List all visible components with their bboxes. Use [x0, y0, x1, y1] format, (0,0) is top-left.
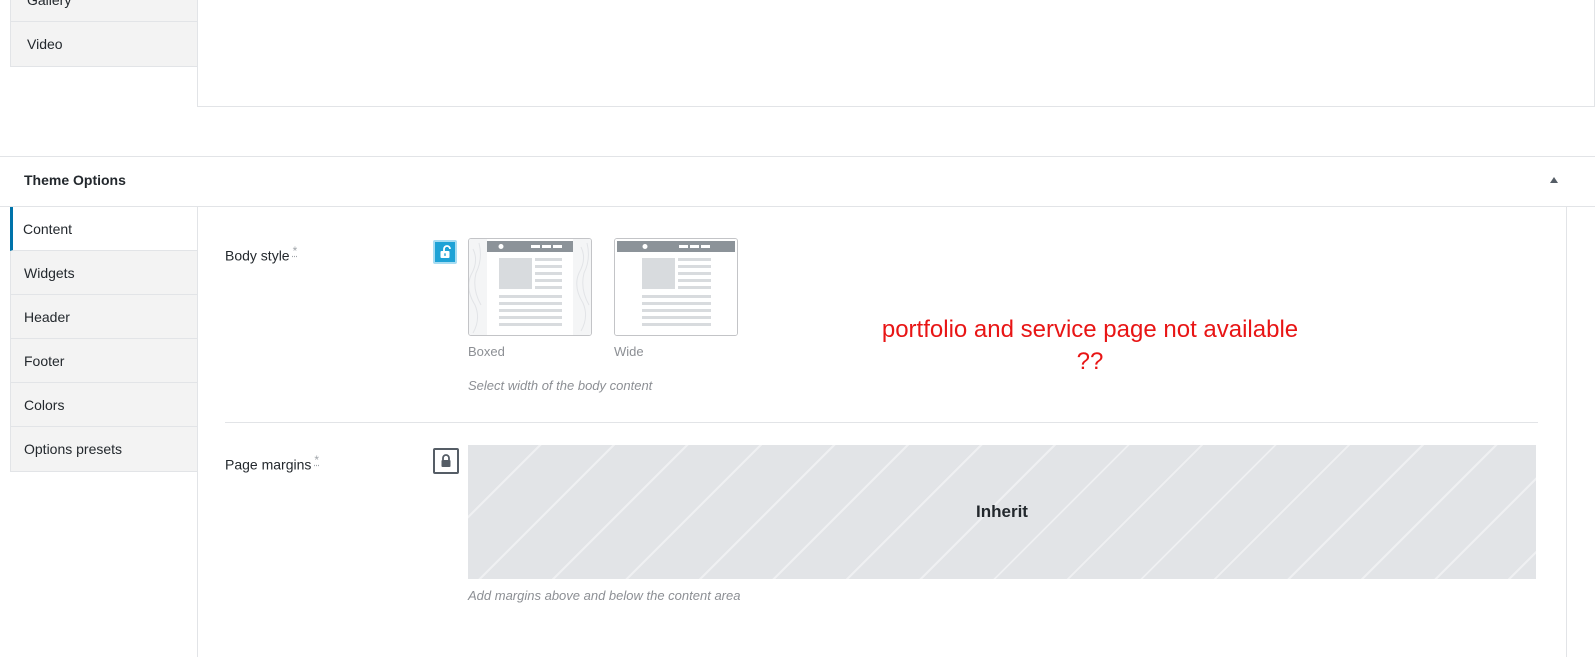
page-margins-label-text: Page margins — [225, 457, 311, 473]
inherit-label: Inherit — [976, 502, 1028, 522]
unlock-icon[interactable] — [433, 240, 457, 264]
page-margins-label: Page margins * — [225, 453, 319, 473]
lock-icon[interactable] — [433, 448, 459, 474]
required-mark: * — [293, 244, 298, 258]
tab-content[interactable]: Content — [10, 207, 198, 251]
body-style-option-wide[interactable]: Wide — [614, 238, 738, 359]
tab-colors[interactable]: Colors — [11, 383, 198, 427]
wide-layout-thumbnail — [614, 238, 738, 336]
panel-left-border — [197, 207, 198, 657]
tab-widgets[interactable]: Widgets — [11, 251, 198, 295]
boxed-caption: Boxed — [468, 344, 592, 359]
top-metabox-tabs: Gallery Video — [10, 0, 198, 67]
metabox-title: Theme Options — [24, 172, 126, 188]
triangle-up-icon[interactable] — [1545, 171, 1565, 191]
tab-header[interactable]: Header — [11, 295, 198, 339]
annotation-line-1: portfolio and service page not available — [850, 314, 1330, 346]
theme-options-tabs: Content Widgets Header Footer Colors Opt… — [10, 207, 198, 472]
boxed-layout-thumbnail — [468, 238, 592, 336]
annotation-note: portfolio and service page not available… — [850, 314, 1330, 378]
body-style-label: Body style * — [225, 244, 297, 264]
body-style-option-boxed[interactable]: Boxed — [468, 238, 592, 359]
body-style-help: Select width of the body content — [468, 378, 652, 393]
wide-caption: Wide — [614, 344, 738, 359]
tab-gallery[interactable]: Gallery — [11, 0, 198, 22]
metabox-header[interactable]: Theme Options — [0, 157, 1595, 207]
top-metabox-panel — [197, 0, 1595, 107]
required-mark: * — [314, 453, 319, 467]
row-separator — [225, 422, 1538, 423]
tab-options-presets[interactable]: Options presets — [11, 427, 198, 471]
theme-options-metabox: Theme Options Content Widgets Header Foo… — [0, 156, 1595, 656]
annotation-line-2: ?? — [850, 346, 1330, 378]
tab-video[interactable]: Video — [11, 22, 198, 66]
panel-right-border — [1566, 207, 1567, 657]
page-margins-help: Add margins above and below the content … — [468, 588, 740, 603]
tab-footer[interactable]: Footer — [11, 339, 198, 383]
page-margins-inherit[interactable]: Inherit — [468, 445, 1536, 579]
body-style-label-text: Body style — [225, 248, 290, 264]
